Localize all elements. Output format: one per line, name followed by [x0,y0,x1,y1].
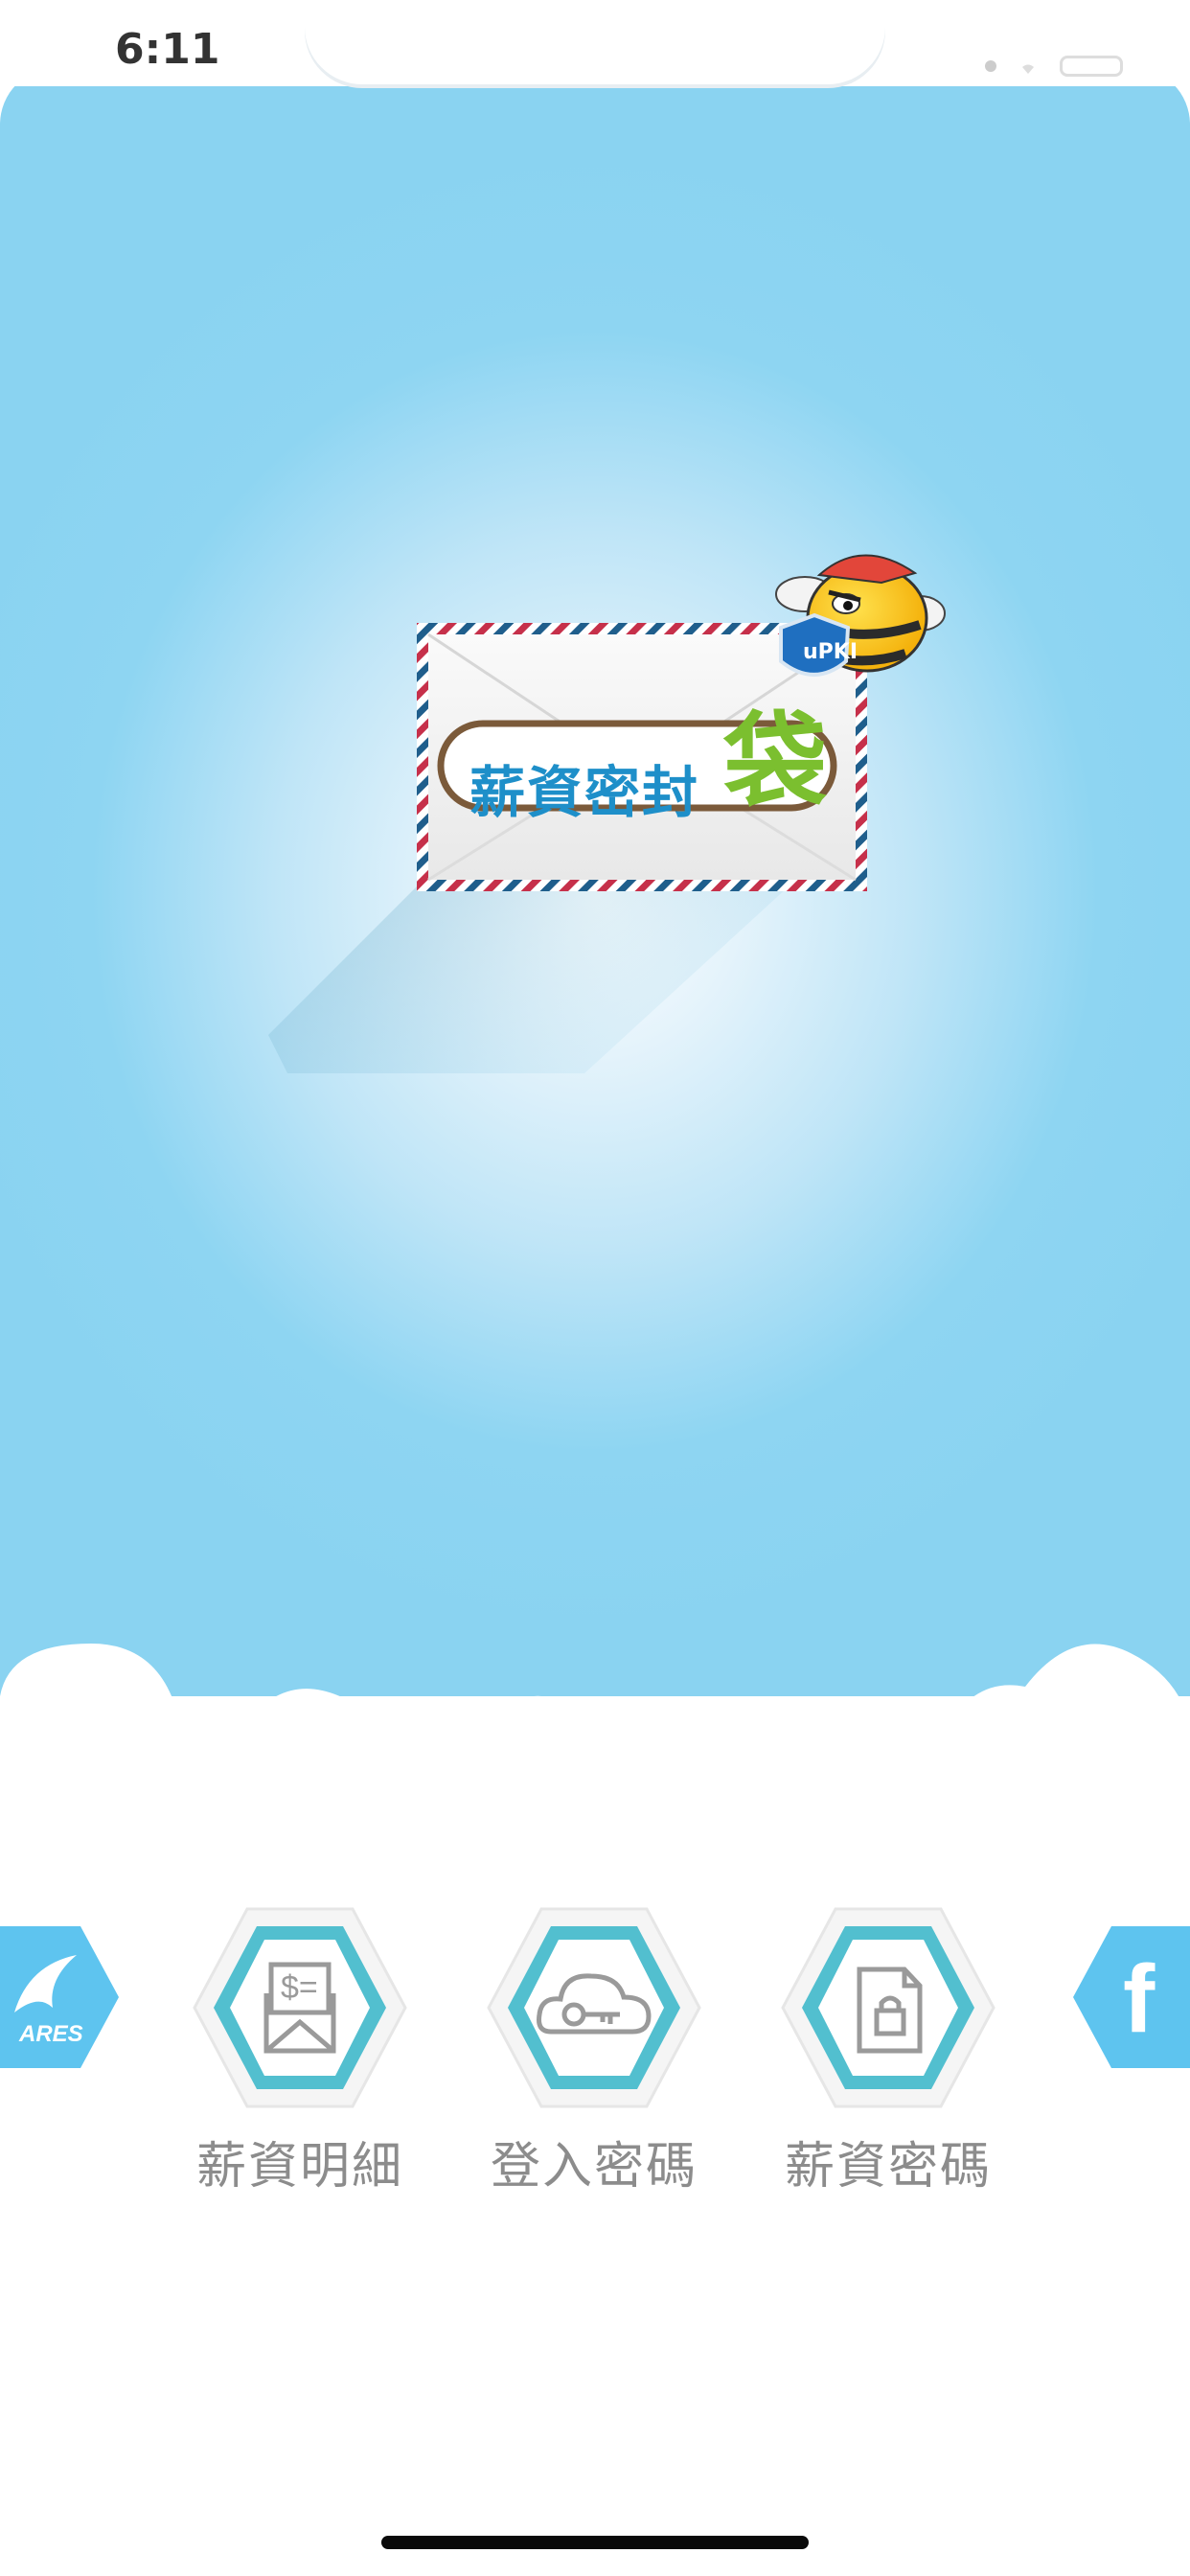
battery-icon [1060,56,1123,77]
device-notch [305,0,885,84]
status-time: 6:11 [115,29,220,71]
hex-frame [487,1907,701,2108]
login-password-button[interactable]: 登入密碼 [479,1898,709,2197]
facebook-icon: f [1123,1945,1156,2053]
facebook-link-button[interactable]: f [1073,1926,1190,2068]
svg-text:$=: $= [281,1969,318,2006]
home-indicator [381,2536,809,2549]
status-icons [985,56,1123,77]
nav-label: 登入密碼 [490,2138,698,2196]
wifi-icon [1022,64,1034,74]
cloud-border [0,1644,1179,1696]
nav-label: 薪資密碼 [784,2138,992,2196]
nav-label: 薪資明細 [195,2138,403,2196]
logo-title-text: 薪資密封 [469,760,700,825]
ares-link-button[interactable]: ARES [0,1926,119,2068]
svg-text:ARES: ARES [18,2021,83,2047]
hex-frame [781,1907,995,2108]
hex-frame: $= [193,1907,407,2108]
logo-title-last-char: 袋 [723,702,828,822]
salary-details-button[interactable]: $= 薪資明細 [185,1898,415,2197]
salary-password-button[interactable]: 薪資密碼 [773,1898,1003,2197]
upki-badge: uPKI [803,640,858,664]
signal-icon [985,60,996,72]
